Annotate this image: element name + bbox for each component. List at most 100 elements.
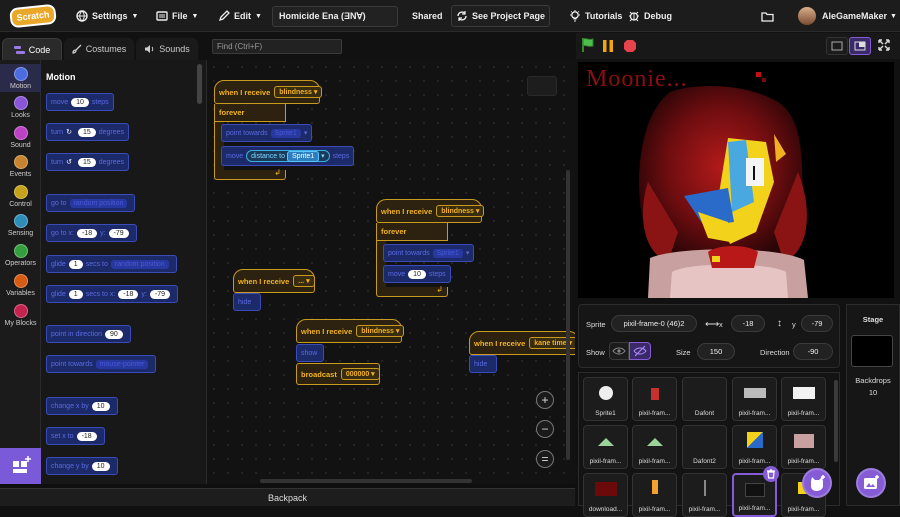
sprite-tile[interactable]: pixil-fram... bbox=[781, 425, 826, 469]
x-position-input[interactable]: -18 bbox=[731, 315, 765, 332]
category-events[interactable]: Events bbox=[0, 155, 41, 178]
sprite-tile[interactable]: Sprite1 bbox=[583, 377, 628, 421]
pause-button[interactable] bbox=[601, 39, 615, 56]
forever-block[interactable]: forever bbox=[376, 223, 448, 241]
category-sensing[interactable]: Sensing bbox=[0, 214, 41, 237]
palette-block-change-y[interactable]: change y by 10 bbox=[46, 457, 118, 475]
palette-block-go-to[interactable]: go to random position bbox=[46, 194, 136, 212]
tutorials-button[interactable]: Tutorials bbox=[569, 0, 622, 32]
sprite-tile[interactable]: pixil-fram... bbox=[682, 473, 727, 517]
sprite-tile[interactable]: pixil-fram... bbox=[583, 425, 628, 469]
category-variables[interactable]: Variables bbox=[0, 274, 41, 297]
message-dropdown[interactable]: blindness ▾ bbox=[356, 325, 405, 337]
size-input[interactable]: 150 bbox=[697, 343, 735, 360]
hide-block[interactable]: hide bbox=[469, 355, 497, 373]
point-towards-block[interactable]: point towards Sprite1 ▾ bbox=[383, 244, 475, 262]
show-hidden-button[interactable] bbox=[629, 342, 651, 360]
move-block[interactable]: move 10 steps bbox=[383, 265, 451, 283]
message-dropdown[interactable]: blindness ▾ bbox=[436, 205, 485, 217]
direction-input[interactable]: -90 bbox=[793, 343, 833, 360]
point-towards-block[interactable]: point towards Sprite1 ▾ bbox=[221, 124, 313, 142]
show-visible-button[interactable] bbox=[609, 342, 629, 360]
palette-scrollbar[interactable] bbox=[197, 64, 202, 104]
script-receive-dots[interactable]: when I receive... ▾ bbox=[233, 269, 315, 293]
green-flag-button[interactable] bbox=[580, 37, 596, 56]
tab-costumes[interactable]: Costumes bbox=[64, 38, 134, 60]
category-looks[interactable]: Looks bbox=[0, 96, 41, 119]
sprite-tile[interactable]: Dafont2 bbox=[682, 425, 727, 469]
category-control[interactable]: Control bbox=[0, 185, 41, 208]
tab-sounds[interactable]: Sounds bbox=[136, 38, 198, 60]
move-block[interactable]: move distance to Sprite1 ▾ steps bbox=[221, 146, 355, 166]
y-position-input[interactable]: -79 bbox=[801, 315, 833, 332]
file-menu[interactable]: File ▼ bbox=[156, 0, 198, 32]
palette-block-turn-right[interactable]: turn ↻ 15 degrees bbox=[46, 123, 130, 141]
sprite-tile[interactable]: pixil-fram... bbox=[732, 377, 777, 421]
add-extension-button[interactable] bbox=[0, 448, 41, 484]
tab-sounds-label: Sounds bbox=[159, 44, 190, 54]
category-my-blocks[interactable]: My Blocks bbox=[0, 304, 41, 327]
settings-menu[interactable]: Settings ▼ bbox=[76, 0, 138, 32]
script-receive-blindness-3[interactable]: when I receive blindness ▾ bbox=[296, 319, 405, 343]
distance-to-reporter[interactable]: distance to Sprite1 ▾ bbox=[246, 150, 330, 162]
broadcast-block[interactable]: broadcast 000000 ▾ bbox=[296, 363, 380, 385]
message-dropdown[interactable]: ... ▾ bbox=[293, 275, 315, 287]
backpack-bar[interactable]: Backpack bbox=[0, 488, 575, 506]
choose-sprite-button[interactable] bbox=[802, 468, 832, 498]
fullscreen-button[interactable] bbox=[874, 37, 894, 55]
when-i-receive-hat[interactable]: when I receive blindness ▾ bbox=[214, 80, 323, 104]
edit-menu[interactable]: Edit ▼ bbox=[218, 0, 262, 32]
my-stuff-button[interactable] bbox=[761, 0, 778, 32]
palette-block-go-to-xy[interactable]: go to x: -18 y: -79 bbox=[46, 224, 137, 242]
palette-block-turn-left[interactable]: turn ↺ 15 degrees bbox=[46, 153, 130, 171]
category-motion[interactable]: Motion bbox=[0, 64, 41, 92]
tab-code[interactable]: Code bbox=[2, 38, 62, 60]
choose-backdrop-button[interactable] bbox=[856, 468, 886, 498]
stage-thumbnail[interactable] bbox=[851, 335, 893, 367]
sprite-tile[interactable]: pixil-fram... bbox=[632, 473, 677, 517]
message-dropdown[interactable]: blindness ▾ bbox=[274, 86, 323, 98]
sprite-tile[interactable]: pixil-fram... bbox=[781, 377, 826, 421]
project-title-input[interactable]: Homicide Ena (ƎN∀) bbox=[272, 6, 398, 27]
small-stage-button[interactable] bbox=[826, 37, 848, 55]
sprite-tile[interactable]: pixil-fram... bbox=[732, 425, 777, 469]
when-i-receive-hat[interactable]: when I receive... ▾ bbox=[233, 269, 315, 293]
palette-block-glide-to[interactable]: glide 1 secs to random position bbox=[46, 255, 177, 273]
sprite-tile[interactable]: pixil-fram... bbox=[632, 377, 677, 421]
palette-block-point-in-direction[interactable]: point in direction 90 bbox=[46, 325, 131, 343]
debug-button[interactable]: Debug bbox=[628, 0, 672, 32]
palette-block-move[interactable]: move 10 steps bbox=[46, 93, 114, 111]
sprite-tile[interactable]: download... bbox=[583, 473, 628, 517]
stop-button[interactable] bbox=[623, 39, 637, 56]
zoom-in-button[interactable]: + bbox=[536, 391, 554, 409]
forever-block[interactable]: forever bbox=[214, 104, 286, 122]
show-block[interactable]: show bbox=[296, 344, 324, 362]
script-receive-kane-time[interactable]: when I receive kane time ▾ bbox=[469, 331, 575, 355]
palette-block-point-towards[interactable]: point towards mouse-pointer bbox=[46, 355, 157, 373]
large-stage-button[interactable] bbox=[849, 37, 871, 55]
workspace-horizontal-scrollbar[interactable] bbox=[260, 479, 472, 483]
sprite-tile[interactable]: Dafont bbox=[682, 377, 727, 421]
find-input[interactable]: Find (Ctrl+F) bbox=[212, 39, 342, 54]
broadcast-dropdown[interactable]: 000000 ▾ bbox=[340, 368, 380, 380]
hide-block[interactable]: hide bbox=[233, 293, 261, 311]
avatar[interactable] bbox=[798, 7, 816, 25]
when-i-receive-hat[interactable]: when I receive blindness ▾ bbox=[296, 319, 405, 343]
sprite-list-scrollbar[interactable] bbox=[834, 380, 838, 462]
palette-block-change-x[interactable]: change x by 10 bbox=[46, 397, 118, 415]
delete-sprite-button[interactable] bbox=[763, 466, 779, 482]
stage-canvas[interactable] bbox=[578, 62, 894, 298]
when-i-receive-hat[interactable]: when I receive kane time ▾ bbox=[469, 331, 575, 355]
zoom-out-button[interactable]: − bbox=[536, 420, 554, 438]
palette-block-set-x[interactable]: set x to -18 bbox=[46, 427, 105, 445]
category-operators[interactable]: Operators bbox=[0, 244, 41, 267]
account-menu[interactable]: AleGameMaker ▼ bbox=[822, 0, 897, 32]
see-project-page-button[interactable]: See Project Page bbox=[451, 5, 550, 27]
category-sound[interactable]: Sound bbox=[0, 126, 41, 149]
sprite-name-input[interactable]: pixil-frame-0 (46)2 bbox=[611, 315, 697, 332]
when-i-receive-hat[interactable]: when I receive blindness ▾ bbox=[376, 199, 485, 223]
sprite-tile[interactable]: pixil-fram... bbox=[632, 425, 677, 469]
zoom-reset-button[interactable]: = bbox=[536, 450, 554, 468]
workspace-vertical-scrollbar[interactable] bbox=[566, 170, 570, 460]
palette-block-glide-to-xy[interactable]: glide 1 secs to x: -18 y: -79 bbox=[46, 285, 178, 303]
